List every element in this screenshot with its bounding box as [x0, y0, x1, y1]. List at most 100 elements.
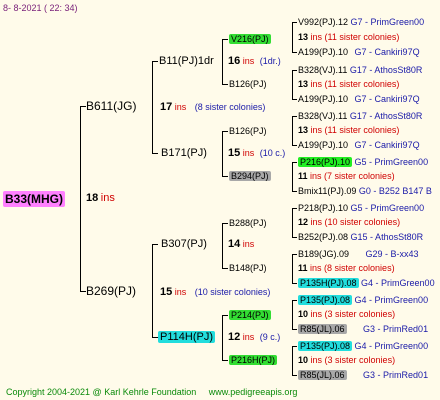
gen4-count: 11	[298, 263, 308, 273]
gen2-info: 12 ins (9 c.)	[228, 331, 280, 343]
connector	[292, 300, 297, 301]
gen2-info: 15 ins (10 c.)	[228, 147, 285, 159]
gen4-info: 13 ins (11 sister colonies)	[298, 31, 399, 43]
gen3-node[interactable]: P214(PJ)	[229, 309, 271, 321]
gen4-id: P135(PJ).08	[298, 341, 353, 351]
gen4-tag: G3 - PrimRed01	[363, 370, 429, 380]
gen4-dam[interactable]: R85(JL).06 G3 - PrimRed01	[298, 323, 428, 335]
footer: Copyright 2004-2021 @ Karl Kehrle Founda…	[6, 386, 297, 398]
gen4-id: B252(PJ).08	[298, 232, 349, 242]
gen2-note: (9 c.)	[259, 332, 281, 342]
gen4-note: ins (11 sister colonies)	[310, 32, 400, 42]
gen4-dam[interactable]: R85(JL).06 G3 - PrimRed01	[298, 369, 428, 381]
gen2-count: 15	[228, 147, 241, 159]
gen2-node[interactable]: B171(PJ)	[161, 147, 207, 159]
gen4-info: 11 ins (8 sister colonies)	[298, 262, 395, 274]
gen4-id: R85(JL).06	[298, 370, 347, 380]
gen4-count: 10	[298, 355, 309, 365]
gen4-sire[interactable]: V992(PJ).12 G7 - PrimGreen00	[298, 16, 424, 28]
gen4-count: 13	[298, 125, 309, 135]
gen4-id: R85(JL).06	[298, 324, 347, 334]
gen3-id: V216(PJ)	[229, 34, 271, 44]
gen2-node[interactable]: B11(PJ)1dr	[159, 55, 214, 67]
gen4-note: ins (3 sister colonies)	[310, 309, 396, 319]
connector	[222, 131, 223, 177]
connector	[292, 52, 297, 53]
connector	[292, 162, 297, 163]
root-count: 18	[86, 192, 99, 204]
gen4-id: V992(PJ).12	[298, 17, 349, 27]
gen4-dam[interactable]: A199(PJ).10 G7 - Cankiri97Q	[298, 139, 420, 151]
connector	[222, 176, 228, 177]
gen4-note: ins (3 sister colonies)	[310, 355, 396, 365]
connector	[292, 329, 297, 330]
pedigree-page: { "header": { "date": "8- 8-2021 ( 22: 3…	[0, 0, 440, 400]
gen4-sire[interactable]: B328(VJ).11 G17 - AthosSt80R	[298, 64, 422, 76]
connector	[222, 315, 228, 316]
connector	[152, 244, 153, 338]
gen1-suffix: ins	[174, 102, 187, 112]
gen3-id: B126(PJ)	[229, 126, 267, 136]
gen4-info: 11 ins (7 sister colonies)	[298, 170, 395, 182]
gen3-id: B126(PJ)	[229, 79, 267, 89]
gen3-node[interactable]: B294(PJ)	[229, 170, 271, 182]
gen4-dam[interactable]: A199(PJ).10 G7 - Cankiri97Q	[298, 46, 420, 58]
connector	[292, 346, 297, 347]
gen4-tag: G29 - B-xx43	[365, 249, 419, 259]
gen4-tag: G7 - Cankiri97Q	[354, 94, 420, 104]
gen4-id: P218(PJ).10	[298, 203, 349, 213]
gen4-info: 12 ins (10 sister colonies)	[298, 216, 400, 228]
footer-url[interactable]: www.pedigreeapis.org	[209, 387, 298, 397]
gen3-node[interactable]: P216H(PJ)	[229, 354, 278, 366]
gen1-node[interactable]: B611(JG)	[86, 100, 136, 112]
gen4-count: 10	[298, 309, 309, 319]
gen4-info: 10 ins (3 sister colonies)	[298, 308, 395, 320]
gen4-dam[interactable]: P135H(PJ).08 G4 - PrimGreen00	[298, 277, 435, 289]
gen3-node[interactable]: B288(PJ)	[229, 217, 267, 229]
gen2-count: 16	[228, 55, 241, 67]
gen2-suffix: ins	[242, 332, 255, 342]
connector	[292, 254, 297, 255]
connector	[152, 244, 158, 245]
connector	[292, 346, 293, 376]
gen4-sire[interactable]: B328(VJ).11 G17 - AthosSt80R	[298, 110, 422, 122]
gen4-tag: G17 - AthosSt80R	[349, 65, 423, 75]
gen2-info: 16 ins (1dr.)	[228, 55, 281, 67]
gen3-node[interactable]: B148(PJ)	[229, 262, 267, 274]
connector	[222, 268, 228, 269]
gen2-node[interactable]: B307(PJ)	[161, 238, 207, 250]
gen2-count: 12	[228, 331, 241, 343]
gen4-sire[interactable]: B189(JG).09 G29 - B-xx43	[298, 248, 419, 260]
gen4-tag: G3 - PrimRed01	[363, 324, 429, 334]
gen4-info: 13 ins (11 sister colonies)	[298, 78, 399, 90]
gen3-id: P214(PJ)	[229, 310, 271, 320]
gen4-tag: G7 - PrimGreen00	[350, 17, 425, 27]
gen4-id: P135(PJ).08	[298, 295, 353, 305]
gen4-tag: G7 - Cankiri97Q	[354, 47, 420, 57]
connector	[292, 191, 297, 192]
gen4-tag: G4 - PrimGreen00	[361, 278, 435, 288]
gen4-note: ins (11 sister colonies)	[310, 79, 400, 89]
connector	[222, 131, 228, 132]
root-node[interactable]: B33(MHG)	[3, 191, 66, 208]
gen4-note: ins (7 sister colonies)	[310, 171, 395, 181]
gen3-node[interactable]: B126(PJ)	[229, 125, 267, 137]
gen4-dam[interactable]: Bmix11(PJ).09 G0 - B252 B147 B	[298, 185, 432, 197]
gen4-id: B328(VJ).11	[298, 65, 348, 75]
gen3-node[interactable]: V216(PJ)	[229, 33, 271, 45]
gen3-node[interactable]: B126(PJ)	[229, 78, 267, 90]
gen1-note: (10 sister colonies)	[194, 287, 271, 297]
gen2-node[interactable]: P114H(PJ)	[158, 331, 215, 343]
gen4-sire[interactable]: P135(PJ).08 G4 - PrimGreen00	[298, 340, 428, 352]
gen2-note: (1dr.)	[259, 56, 281, 66]
gen4-sire[interactable]: P216(PJ).10 G5 - PrimGreen00	[298, 156, 428, 168]
gen4-sire[interactable]: P218(PJ).10 G5 - PrimGreen00	[298, 202, 424, 214]
connector	[222, 223, 223, 269]
gen4-sire[interactable]: P135(PJ).08 G4 - PrimGreen00	[298, 294, 428, 306]
gen4-id: A199(PJ).10	[298, 140, 349, 150]
gen4-dam[interactable]: B252(PJ).08 G15 - AthosSt80R	[298, 231, 423, 243]
connector	[292, 208, 297, 209]
gen1-node[interactable]: B269(PJ)	[86, 285, 136, 297]
gen1-note: (8 sister colonies)	[194, 102, 266, 112]
gen4-dam[interactable]: A199(PJ).10 G7 - Cankiri97Q	[298, 93, 420, 105]
